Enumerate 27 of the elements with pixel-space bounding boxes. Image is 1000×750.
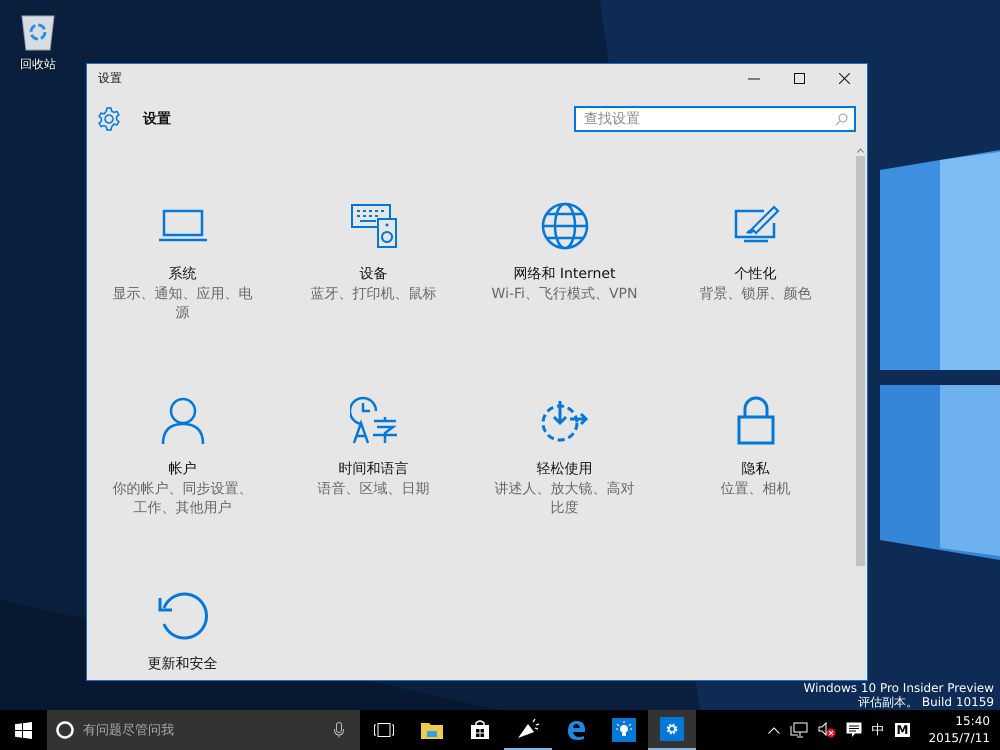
- category-description: 讲述人、放大镜、高对比度: [494, 480, 636, 518]
- category-title[interactable]: 设备: [360, 265, 388, 283]
- input-method-indicator[interactable]: 中: [872, 721, 885, 739]
- category-title[interactable]: 隐私: [742, 460, 770, 478]
- category-title[interactable]: 帐户: [168, 460, 196, 478]
- category-description: 语音、区域、日期: [316, 480, 430, 499]
- category-description: 蓝牙、打印机、鼠标: [310, 285, 438, 304]
- window-title: 设置: [98, 70, 122, 87]
- category-description: Wi-Fi、飞行模式、VPN: [490, 285, 638, 304]
- input-mode-indicator[interactable]: M: [894, 723, 910, 737]
- version-notice: Windows 10 Pro Insider Preview: [803, 681, 994, 695]
- category-description: 位置、相机: [720, 480, 792, 499]
- category-title[interactable]: 个性化: [734, 265, 776, 283]
- category-title[interactable]: 时间和语言: [338, 460, 408, 478]
- category-title[interactable]: 轻松使用: [536, 460, 592, 478]
- taskbar-search-field[interactable]: 有问题尽管问我: [47, 710, 360, 750]
- category-title[interactable]: 系统: [168, 265, 196, 283]
- desktop-icon-label[interactable]: 回收站: [20, 56, 56, 73]
- page-heading: 设置: [143, 110, 171, 128]
- category-title[interactable]: 网络和 Internet: [513, 265, 616, 283]
- version-notice: 评估副本。 Build 10159: [858, 695, 994, 709]
- category-description: 背景、锁屏、颜色: [698, 285, 812, 304]
- search-field[interactable]: 查找设置: [574, 106, 856, 132]
- category-title[interactable]: 更新和安全: [148, 655, 218, 673]
- category-description: 显示、通知、应用、电源: [112, 285, 254, 323]
- category-description: 你的帐户、同步设置、工作、其他用户: [112, 480, 254, 518]
- clock[interactable]: 15:40 2015/7/11: [928, 713, 990, 747]
